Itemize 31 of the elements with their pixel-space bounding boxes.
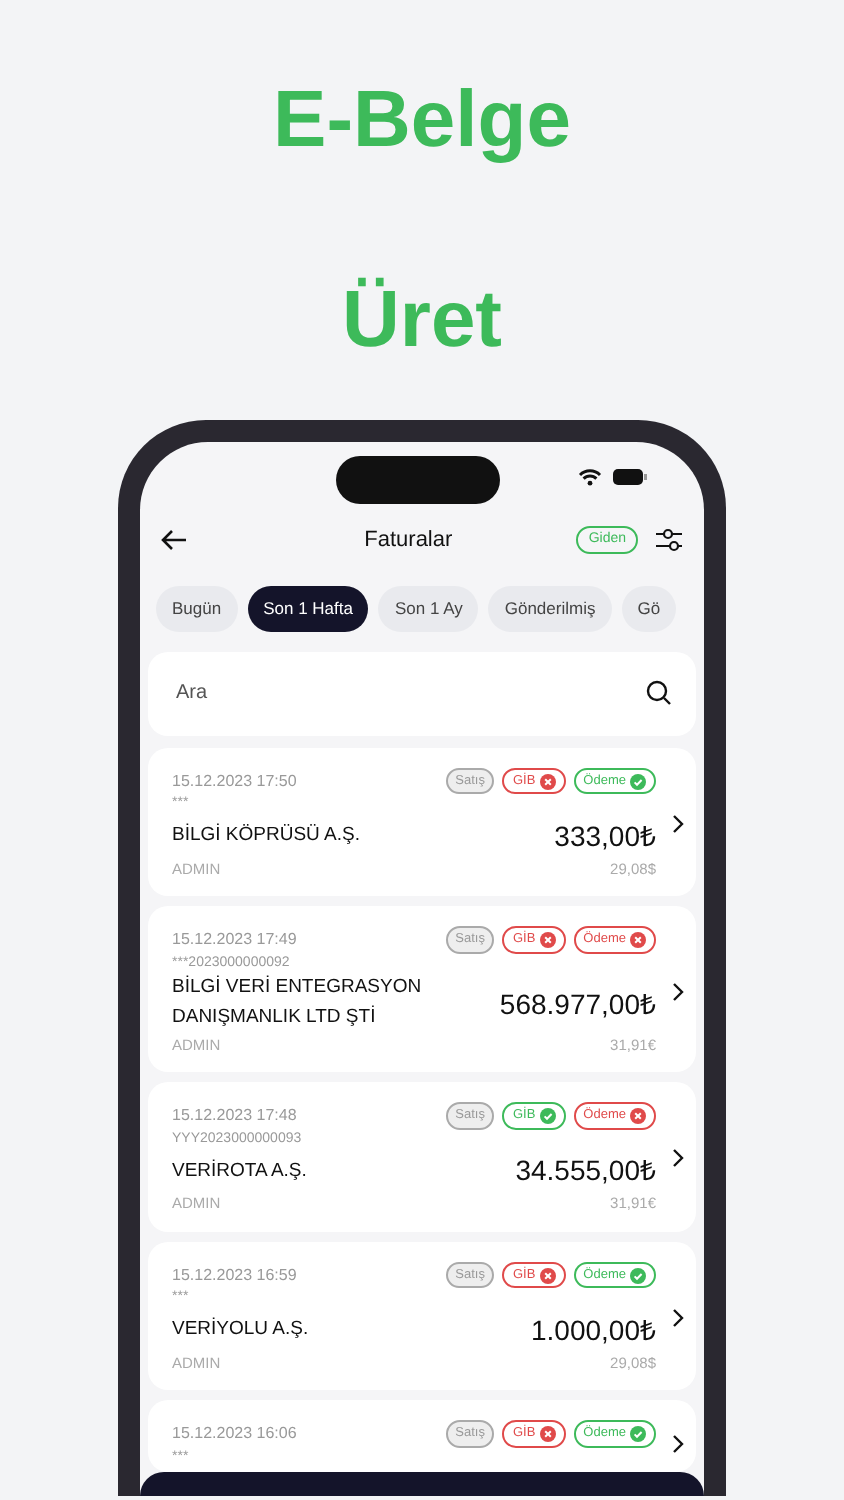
filter-chip[interactable]: Bugün xyxy=(156,586,238,632)
chevron-icon xyxy=(672,981,684,1002)
filter-chip[interactable]: Son 1 Ay xyxy=(378,586,479,632)
invoice-date: 15.12.2023 17:48 xyxy=(172,1104,297,1128)
chevron-icon xyxy=(672,1148,684,1169)
customer-name: BİLGİ KÖPRÜSÜ A.Ş. xyxy=(172,822,360,851)
invoice-amount: 1.000,00₺ xyxy=(531,1311,656,1350)
filter-chip[interactable]: Gö xyxy=(621,586,677,632)
invoice-date: 15.12.2023 16:06 xyxy=(172,1422,297,1446)
customer-name: VERİROTA A.Ş. xyxy=(172,1157,307,1186)
invoice-date: 15.12.2023 17:49 xyxy=(172,928,297,953)
chevron-icon xyxy=(672,1307,684,1328)
invoice-date: 15.12.2023 16:59 xyxy=(172,1263,297,1287)
customer-name: VERİYOLU A.Ş. xyxy=(172,1316,309,1345)
filter-chip[interactable]: Son 1 Hafta xyxy=(247,586,369,632)
invoice-amount: 333,00₺ xyxy=(554,817,656,856)
invoice-amount: 568.977,00₺ xyxy=(499,985,656,1024)
headline: Üret xyxy=(339,280,505,360)
chevron-icon xyxy=(672,813,684,834)
chevron-icon xyxy=(672,1434,684,1455)
page-title: Faturalar xyxy=(362,525,455,556)
wifi-icon xyxy=(578,468,602,486)
filter-sliders-icon[interactable] xyxy=(654,526,684,554)
search-icon[interactable] xyxy=(646,680,672,707)
invoice-date: 15.12.2023 17:50 xyxy=(172,769,297,794)
customer-name: BİLGİ VERİ ENTEGRASYON DANIŞMANLIK LTD ŞTİ xyxy=(172,974,424,1033)
back-arrow-icon[interactable] xyxy=(160,528,188,552)
battery-icon xyxy=(612,468,648,486)
invoice-amount: 34.555,00₺ xyxy=(515,1152,656,1191)
filter-chip[interactable]: Gönderilmiş xyxy=(488,586,612,632)
headline: E-Belge xyxy=(271,80,573,160)
